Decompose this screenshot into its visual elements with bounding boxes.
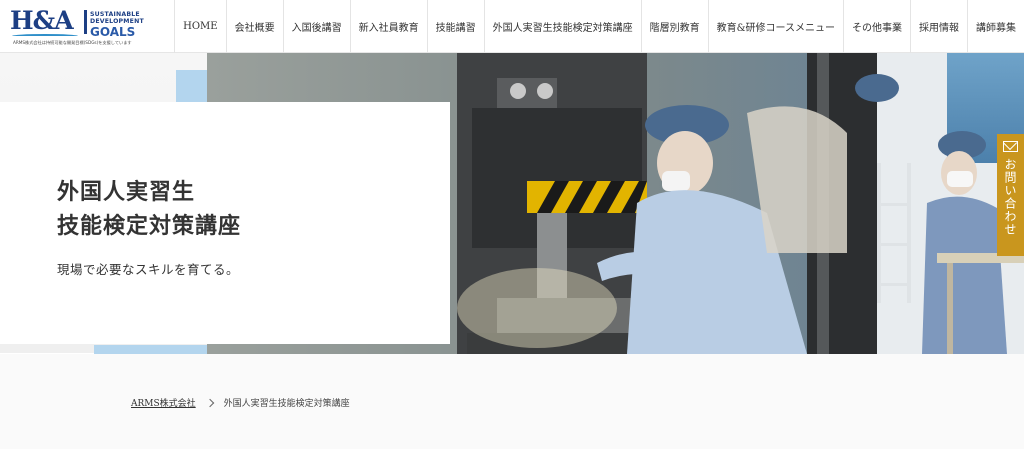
sdg-badge: SUSTAINABLE DEVELOPMENT GOALS [90, 11, 144, 38]
nav-home[interactable]: HOME [174, 0, 225, 53]
page-title-line-2: 技能検定対策講座 [57, 213, 242, 239]
contact-tab-button[interactable]: お問い合わせ [997, 134, 1024, 256]
logo-caption: ARMS株式会社は持続可能な開発目標(SDGs)を支援しています [13, 40, 132, 45]
nav-post-entry[interactable]: 入国後講習 [282, 0, 350, 53]
page-title: 外国人実習生 技能検定対策講座 [57, 175, 241, 243]
site-logo[interactable]: H&A SUSTAINABLE DEVELOPMENT GOALS ARMS株式… [10, 6, 175, 48]
logo-text: H&A [10, 6, 74, 35]
page-title-line-1: 外国人実習生 [57, 179, 196, 205]
contact-tab-label: お問い合わせ [1003, 158, 1017, 236]
nav-level-education[interactable]: 階層別教育 [640, 0, 708, 53]
sdg-goals: GOALS [90, 25, 136, 39]
nav-trainee-exam[interactable]: 外国人実習生技能検定対策講座 [483, 0, 641, 53]
logo-swoosh [12, 34, 78, 38]
mail-icon [1003, 141, 1018, 152]
page-subtitle: 現場で必要なスキルを育てる。 [57, 262, 240, 277]
nav-new-employee[interactable]: 新入社員教育 [349, 0, 427, 53]
chevron-right-icon [205, 398, 214, 407]
hero-accent-block-top [176, 70, 207, 102]
nav-course-menu[interactable]: 教育&研修コースメニュー [707, 0, 843, 53]
sdg-line-1: SUSTAINABLE [90, 11, 140, 18]
nav-skills[interactable]: 技能講習 [426, 0, 484, 53]
nav-instructor[interactable]: 講師募集 [967, 0, 1024, 53]
nav-recruit[interactable]: 採用情報 [910, 0, 967, 53]
breadcrumb: ARMS株式会社 外国人実習生技能検定対策講座 [131, 396, 350, 409]
breadcrumb-current: 外国人実習生技能検定対策講座 [223, 399, 350, 409]
main-nav: HOME 会社概要 入国後講習 新入社員教育 技能講習 外国人実習生技能検定対策講座 階層別… [174, 0, 1024, 53]
logo-mark: H&A [10, 6, 74, 35]
sdg-divider [84, 10, 87, 34]
nav-company[interactable]: 会社概要 [225, 0, 283, 53]
site-header: H&A SUSTAINABLE DEVELOPMENT GOALS ARMS株式… [0, 0, 1024, 53]
sdg-line-2: DEVELOPMENT [90, 18, 144, 25]
breadcrumb-home-link[interactable]: ARMS株式会社 [131, 396, 196, 409]
nav-other[interactable]: その他事業 [843, 0, 910, 53]
